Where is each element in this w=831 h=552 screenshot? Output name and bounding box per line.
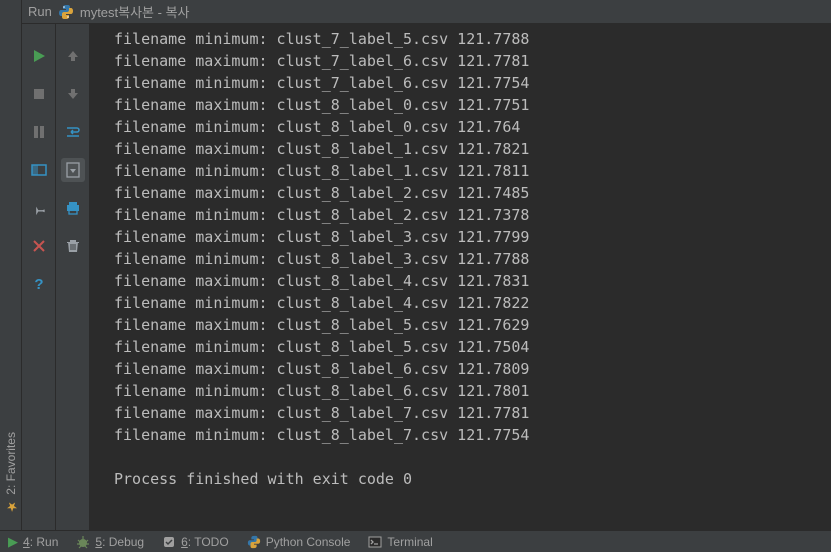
layout-icon[interactable]: [27, 158, 51, 182]
console-output[interactable]: filename minimum: clust_7_label_5.csv 12…: [90, 24, 831, 530]
favorites-tab[interactable]: ★ 2: Favorites: [0, 426, 22, 520]
star-icon: ★: [4, 499, 19, 514]
pause-icon[interactable]: [27, 120, 51, 144]
status-todo[interactable]: 6: TODO: [162, 535, 229, 549]
left-tab-strip: ★ 2: Favorites: [0, 0, 22, 530]
bug-icon: [76, 535, 90, 549]
status-terminal[interactable]: Terminal: [368, 535, 432, 549]
soft-wrap-icon[interactable]: [61, 120, 85, 144]
close-icon[interactable]: [27, 234, 51, 258]
favorites-label: 2: Favorites: [4, 432, 18, 495]
svg-text:?: ?: [34, 276, 43, 292]
status-debug[interactable]: 5: Debug: [76, 535, 144, 549]
terminal-icon: [368, 535, 382, 549]
stop-icon[interactable]: [27, 82, 51, 106]
play-icon[interactable]: [27, 44, 51, 68]
run-gutter-primary: ?: [22, 24, 56, 530]
run-gutter-secondary: [56, 24, 90, 530]
trash-icon[interactable]: [61, 234, 85, 258]
scroll-to-end-icon[interactable]: [61, 158, 85, 182]
status-python-console[interactable]: Python Console: [247, 535, 351, 549]
help-icon[interactable]: ?: [27, 272, 51, 296]
run-label: Run: [28, 4, 52, 19]
python-icon: [58, 4, 74, 20]
run-config-name: mytest복사본 - 복사: [80, 2, 190, 21]
play-icon: ▶: [8, 534, 18, 550]
print-icon[interactable]: [61, 196, 85, 220]
run-tool-header: Run mytest복사본 - 복사: [22, 0, 831, 24]
python-icon: [247, 535, 261, 549]
arrow-up-icon[interactable]: [61, 44, 85, 68]
status-bar: ▶ 4: Run 5: Debug 6: TODO Python Console…: [0, 530, 831, 552]
pin-icon[interactable]: [27, 196, 51, 220]
todo-icon: [162, 535, 176, 549]
arrow-down-icon[interactable]: [61, 82, 85, 106]
status-run[interactable]: ▶ 4: Run: [8, 534, 58, 550]
